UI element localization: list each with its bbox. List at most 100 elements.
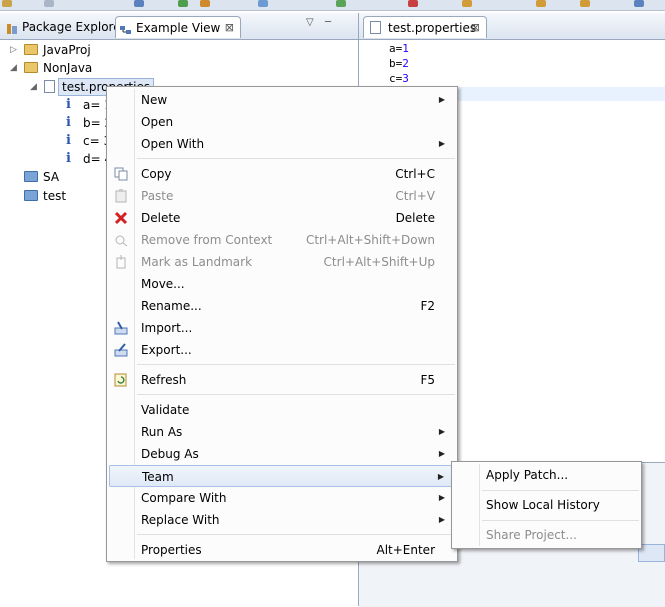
- open-type-icon[interactable]: [258, 0, 268, 7]
- submenu-arrow-icon: ▶: [438, 449, 445, 458]
- menu-item-new[interactable]: New ▶: [109, 89, 455, 111]
- menu-item-validate[interactable]: Validate: [109, 399, 455, 421]
- close-icon[interactable]: ⊠: [225, 17, 234, 39]
- menu-item-import[interactable]: Import...: [109, 317, 455, 339]
- save-icon[interactable]: [2, 0, 12, 7]
- menu-label: Open: [141, 115, 174, 129]
- folder-icon: [24, 171, 38, 182]
- submenu-arrow-icon: ▶: [438, 515, 445, 524]
- tab-example-view[interactable]: Example View ⊠: [115, 16, 241, 38]
- import-toolbar-icon[interactable]: [134, 0, 144, 7]
- menu-label: Show Local History: [486, 498, 600, 512]
- property-value: 2: [402, 57, 409, 70]
- menu-item-mark-as-landmark[interactable]: Mark as Landmark Ctrl+Alt+Shift+Up: [109, 251, 455, 273]
- menu-item-show-local-history[interactable]: Show Local History: [454, 494, 639, 516]
- menu-item-move[interactable]: Move...: [109, 273, 455, 295]
- tree-label: test: [43, 189, 67, 203]
- editor-line[interactable]: c=3: [389, 72, 409, 86]
- menu-label: Export...: [141, 343, 192, 357]
- open-project-icon: [24, 62, 38, 73]
- menu-label: Rename...: [141, 299, 202, 313]
- menu-shortcut: Ctrl+Alt+Shift+Up: [323, 255, 435, 269]
- tree-item-javaproj[interactable]: ▷ JavaProj: [0, 41, 358, 59]
- menu-label: Properties: [141, 543, 202, 557]
- collapse-twisty-icon[interactable]: ◢: [10, 64, 18, 73]
- collapse-twisty-icon[interactable]: ◢: [30, 83, 38, 92]
- properties-file-icon: [370, 21, 381, 34]
- menu-item-run-as[interactable]: Run As ▶: [109, 421, 455, 443]
- property-key: a=: [389, 42, 403, 55]
- menu-shortcut: F5: [420, 373, 435, 387]
- search-icon[interactable]: [462, 0, 472, 7]
- menu-item-copy[interactable]: Copy Ctrl+C: [109, 163, 455, 185]
- menu-shortcut: Ctrl+V: [395, 189, 435, 203]
- menu-separator: [482, 520, 639, 521]
- paste-icon: [113, 189, 129, 203]
- menu-label: Mark as Landmark: [141, 255, 253, 269]
- menu-item-refresh[interactable]: Refresh F5: [109, 369, 455, 391]
- menu-item-rename[interactable]: Rename... F2: [109, 295, 455, 317]
- menu-item-remove-from-context[interactable]: Remove from Context Ctrl+Alt+Shift+Down: [109, 229, 455, 251]
- new-package-icon[interactable]: [200, 0, 210, 7]
- expand-twisty-icon[interactable]: ▷: [10, 46, 18, 55]
- menu-item-compare-with[interactable]: Compare With ▶: [109, 487, 455, 509]
- menu-label: New: [141, 93, 168, 107]
- view-menu-icon[interactable]: ▽: [306, 17, 314, 28]
- property-key: c=: [389, 72, 403, 85]
- tree-item-nonjava[interactable]: ◢ NonJava: [0, 59, 358, 77]
- menu-item-open[interactable]: Open: [109, 111, 455, 133]
- delete-icon: [113, 211, 129, 225]
- new-class-icon[interactable]: [178, 0, 188, 7]
- menu-item-debug-as[interactable]: Debug As ▶: [109, 443, 455, 465]
- menu-label: Apply Patch...: [486, 468, 569, 482]
- tab-package-explorer[interactable]: Package Explorer: [2, 16, 126, 38]
- tab-label: Example View: [136, 21, 221, 35]
- import-icon: [113, 321, 129, 335]
- property-key: b=: [389, 57, 403, 70]
- debug-icon[interactable]: [336, 0, 346, 7]
- info-icon: i: [66, 151, 71, 166]
- remove-context-icon: [113, 233, 129, 247]
- back-icon[interactable]: [634, 0, 644, 7]
- tab-test-properties[interactable]: test.properties ⊠: [363, 16, 487, 38]
- print-icon[interactable]: [44, 0, 54, 7]
- menu-item-apply-patch[interactable]: Apply Patch...: [454, 464, 639, 486]
- context-menu: New ▶ Open Open With ▶ Copy Ctrl+C Paste…: [106, 86, 458, 562]
- tab-label: Package Explorer: [22, 20, 126, 34]
- menu-item-replace-with[interactable]: Replace With ▶: [109, 509, 455, 531]
- menu-item-share-project[interactable]: Share Project...: [454, 524, 639, 546]
- menu-separator: [482, 490, 639, 491]
- example-view-icon: [120, 21, 132, 34]
- menu-label: Move...: [141, 277, 185, 291]
- menu-label: Team: [142, 470, 174, 484]
- menu-shortcut: Ctrl+C: [395, 167, 435, 181]
- editor-line[interactable]: a=1: [389, 42, 409, 56]
- menu-item-team[interactable]: Team ▶: [109, 465, 455, 487]
- last-edit-icon[interactable]: [580, 0, 590, 7]
- menu-item-export[interactable]: Export...: [109, 339, 455, 361]
- minimize-icon[interactable]: ─: [325, 17, 331, 28]
- menu-separator: [137, 394, 455, 395]
- next-annotation-icon[interactable]: [536, 0, 546, 7]
- menu-label: Delete: [141, 211, 181, 225]
- submenu-arrow-icon: ▶: [438, 95, 445, 104]
- main-toolbar: [0, 0, 665, 11]
- menu-item-delete[interactable]: Delete Delete: [109, 207, 455, 229]
- menu-item-properties[interactable]: Properties Alt+Enter: [109, 539, 455, 561]
- lower-panel-selection[interactable]: [638, 544, 665, 562]
- menu-shortcut: F2: [420, 299, 435, 313]
- menu-label: Debug As: [141, 447, 199, 461]
- run-icon[interactable]: [408, 0, 418, 7]
- editor-line[interactable]: b=2: [389, 57, 409, 71]
- property-value: 1: [402, 42, 409, 55]
- menu-label: Refresh: [141, 373, 187, 387]
- menu-label: Compare With: [141, 491, 227, 505]
- menu-shortcut: Alt+Enter: [376, 543, 435, 557]
- menu-separator: [137, 158, 455, 159]
- menu-shortcut: Ctrl+Alt+Shift+Down: [305, 233, 435, 247]
- menu-item-paste[interactable]: Paste Ctrl+V: [109, 185, 455, 207]
- menu-shortcut: Delete: [395, 211, 435, 225]
- project-icon: [24, 44, 38, 55]
- close-icon[interactable]: ⊠: [471, 17, 480, 39]
- menu-item-open-with[interactable]: Open With ▶: [109, 133, 455, 155]
